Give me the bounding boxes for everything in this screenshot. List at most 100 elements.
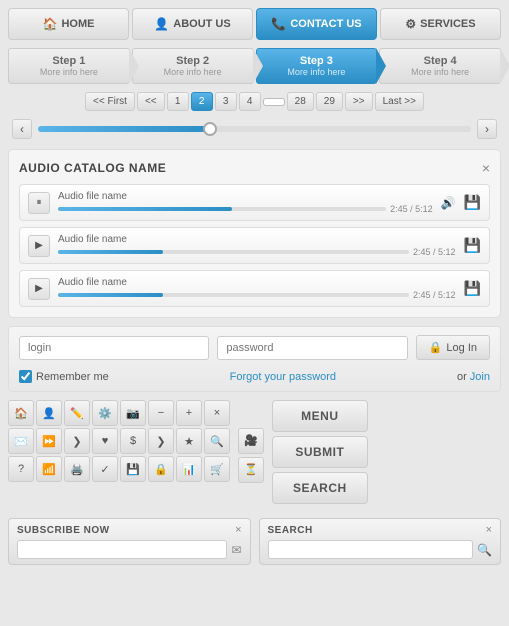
hourglass-icon-btn[interactable]: ⏳	[238, 457, 264, 483]
page-btn[interactable]: << First	[85, 92, 135, 111]
icon-btn-11[interactable]: ♥	[92, 428, 118, 454]
audio-track-2: ▶ Audio file name 2:45 / 5:12 💾	[19, 270, 490, 307]
page-btn[interactable]: >>	[345, 92, 373, 111]
slider-right-arrow[interactable]: ›	[477, 119, 497, 139]
volume-icon[interactable]: 🔊	[441, 196, 456, 210]
login-input[interactable]	[19, 336, 209, 360]
subscribe-input-row: ✉	[17, 540, 242, 559]
submit-button[interactable]: SUBMIT	[272, 436, 368, 468]
page-btn[interactable]: 4	[239, 92, 261, 111]
nav-item-contact[interactable]: 📞CONTACT US	[256, 8, 377, 40]
page-btn[interactable]: 28	[287, 92, 314, 111]
search-button[interactable]: SEARCH	[272, 472, 368, 504]
track-progress-row-1: 2:45 / 5:12	[58, 247, 456, 257]
track-save-2[interactable]: 💾	[464, 280, 481, 297]
page-btn[interactable]: <<	[137, 92, 165, 111]
subscribe-header: SUBSCRIBE NOW ×	[17, 524, 242, 536]
play-pause-btn-1[interactable]: ▶	[28, 235, 50, 257]
icon-btn-3[interactable]: ⚙️	[92, 400, 118, 426]
video-icon-btn[interactable]: 🎥	[238, 428, 264, 454]
subscribe-input[interactable]	[17, 540, 227, 559]
icon-btn-10[interactable]: ❯	[64, 428, 90, 454]
search-input[interactable]	[268, 540, 474, 559]
page-btn[interactable]: 1	[167, 92, 189, 111]
track-save-0[interactable]: 💾	[464, 194, 481, 211]
page-btn[interactable]: Last >>	[375, 92, 424, 111]
remember-me-label[interactable]: Remember me	[19, 370, 109, 383]
slider-left-arrow[interactable]: ‹	[12, 119, 32, 139]
icon-btn-23[interactable]: 🛒	[204, 456, 230, 482]
subscribe-bar: SUBSCRIBE NOW × ✉	[8, 518, 251, 565]
icon-btn-0[interactable]: 🏠	[8, 400, 34, 426]
join-link[interactable]: Join	[470, 371, 490, 383]
track-fill-2	[58, 293, 163, 297]
icon-btn-8[interactable]: ✉️	[8, 428, 34, 454]
icon-btn-15[interactable]: 🔍	[204, 428, 230, 454]
action-buttons: MENU SUBMIT SEARCH	[272, 400, 368, 510]
track-progress-1[interactable]	[58, 250, 409, 254]
icon-btn-17[interactable]: 📶	[36, 456, 62, 482]
search-header: SEARCH ×	[268, 524, 493, 536]
menu-button[interactable]: MENU	[272, 400, 368, 432]
icon-btn-7[interactable]: ×	[204, 400, 230, 426]
nav-item-services[interactable]: ⚙SERVICES	[380, 8, 501, 40]
page-btn[interactable]	[263, 98, 285, 106]
track-info-1: Audio file name 2:45 / 5:12	[58, 234, 456, 257]
password-input[interactable]	[217, 336, 407, 360]
icon-btn-2[interactable]: ✏️	[64, 400, 90, 426]
step-sub-step2: More info here	[164, 67, 222, 77]
slider-track[interactable]	[38, 126, 471, 132]
page-btn[interactable]: 29	[316, 92, 343, 111]
icon-btn-9[interactable]: ⏩	[36, 428, 62, 454]
icon-btn-12[interactable]: $	[120, 428, 146, 454]
play-pause-btn-0[interactable]: ⏸	[28, 192, 50, 214]
icon-btn-14[interactable]: ★	[176, 428, 202, 454]
icon-btn-16[interactable]: ?	[8, 456, 34, 482]
step-sub-step4: More info here	[411, 67, 469, 77]
slider-thumb[interactable]	[203, 122, 217, 136]
icon-btn-6[interactable]: +	[176, 400, 202, 426]
track-time-2: 2:45 / 5:12	[413, 290, 456, 300]
icon-btn-19[interactable]: ✓	[92, 456, 118, 482]
icon-btn-4[interactable]: 📷	[120, 400, 146, 426]
icon-btn-20[interactable]: 💾	[120, 456, 146, 482]
step-item-step4[interactable]: Step 4More info here	[379, 48, 501, 84]
track-name-2: Audio file name	[58, 277, 456, 288]
icon-btn-21[interactable]: 🔒	[148, 456, 174, 482]
track-name-1: Audio file name	[58, 234, 456, 245]
login-area: 🔒 Log In Remember me Forgot your passwor…	[8, 326, 501, 392]
step-arrow-step4	[500, 48, 509, 84]
step-item-step1[interactable]: Step 1More info here	[8, 48, 130, 84]
track-progress-2[interactable]	[58, 293, 409, 297]
track-info-0: Audio file name 2:45 / 5:12	[58, 191, 433, 214]
nav-item-home[interactable]: 🏠HOME	[8, 8, 129, 40]
search-close[interactable]: ×	[486, 524, 492, 536]
catalog-close-button[interactable]: ×	[482, 160, 490, 176]
or-join-text: or Join	[457, 371, 490, 383]
catalog-title: AUDIO CATALOG NAME	[19, 161, 166, 175]
page-btn[interactable]: 2	[191, 92, 213, 111]
track-info-2: Audio file name 2:45 / 5:12	[58, 277, 456, 300]
nav-item-about[interactable]: 👤ABOUT US	[132, 8, 253, 40]
step-arrow-step3	[376, 48, 386, 84]
remember-checkbox[interactable]	[19, 370, 32, 383]
page-btn[interactable]: 3	[215, 92, 237, 111]
subscribe-close[interactable]: ×	[235, 524, 241, 536]
step-arrow-step1	[129, 48, 139, 84]
forgot-password-link[interactable]: Forgot your password	[230, 371, 336, 383]
icon-btn-13[interactable]: ❯	[148, 428, 174, 454]
icon-btn-22[interactable]: 📊	[176, 456, 202, 482]
icon-btn-5[interactable]: −	[148, 400, 174, 426]
step-item-step2[interactable]: Step 2More info here	[132, 48, 254, 84]
icon-btn-18[interactable]: 🖨️	[64, 456, 90, 482]
remember-me-text: Remember me	[36, 371, 109, 383]
step-label-step4: Step 4	[424, 55, 457, 67]
track-progress-0[interactable]	[58, 207, 386, 211]
step-item-step3[interactable]: Step 3More info here	[256, 48, 378, 84]
track-save-1[interactable]: 💾	[464, 237, 481, 254]
bottom-bars: SUBSCRIBE NOW × ✉ SEARCH × 🔍	[8, 518, 501, 565]
login-button[interactable]: 🔒 Log In	[416, 335, 490, 360]
play-pause-btn-2[interactable]: ▶	[28, 278, 50, 300]
icon-btn-1[interactable]: 👤	[36, 400, 62, 426]
icon-grid: 🏠👤✏️⚙️📷−+×✉️⏩❯♥$❯★🔍?📶🖨️✓💾🔒📊🛒	[8, 400, 230, 510]
